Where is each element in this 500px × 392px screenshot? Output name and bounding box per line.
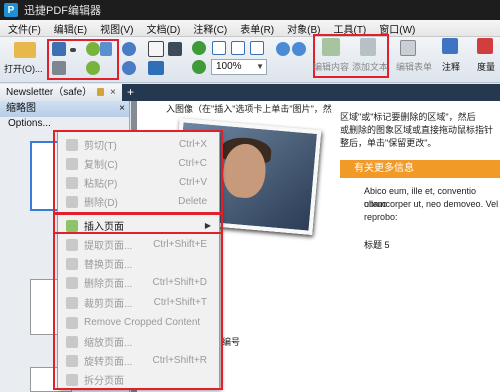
edit-content-button[interactable]: 编辑内容 — [313, 60, 349, 73]
panel-title: 缩略图 — [6, 103, 36, 114]
doc-line: 或删除的图象区域或直接拖动鼠标指针 — [340, 125, 494, 135]
undo-icon[interactable] — [122, 42, 136, 56]
snapshot-icon[interactable] — [148, 61, 164, 75]
doc-line: 区域"或"标记要删除的区域"，然后 — [340, 112, 476, 122]
page-icon[interactable] — [100, 42, 112, 56]
zoom-out-icon[interactable] — [292, 42, 306, 56]
highlight-box-edit-commands — [53, 130, 223, 214]
doc-line: 入图像（在"插入"选项卡上单击"图片"，然 — [166, 104, 332, 114]
annotate-icon[interactable] — [442, 38, 458, 54]
fit-width-icon[interactable] — [231, 41, 245, 55]
back-icon[interactable] — [86, 42, 100, 56]
doc-footer-label: 编号 — [222, 337, 241, 347]
highlight-box-page-commands — [53, 232, 223, 390]
add-tab-icon[interactable]: + — [127, 84, 134, 101]
measure-icon[interactable] — [477, 38, 493, 54]
menu-edit[interactable]: 编辑(E) — [54, 21, 87, 36]
heading-5: 标题 5 — [364, 240, 390, 250]
baidu-watermark: Baidu 经验 — [382, 368, 463, 385]
open-folder-icon[interactable] — [14, 42, 36, 58]
add-text-button[interactable]: 添加文本 — [352, 60, 388, 73]
doc-line: 整后，单击"保留更改"。 — [340, 138, 437, 148]
print-icon[interactable] — [52, 61, 66, 75]
open-button-label[interactable]: 打开(O)... — [4, 62, 43, 75]
panel-header: 缩略图 × — [0, 101, 129, 117]
close-icon[interactable]: × — [110, 84, 116, 101]
menu-view[interactable]: 视图(V) — [100, 21, 133, 36]
highlight-box-insert-page — [53, 213, 223, 234]
document-tab-bar: Newsletter（safe） × + — [0, 84, 500, 101]
save-icon[interactable] — [52, 42, 66, 56]
lock-icon — [97, 88, 104, 96]
rotate-icon[interactable] — [192, 41, 206, 55]
close-icon[interactable]: × — [119, 101, 125, 117]
zoom-value: 100% — [216, 61, 242, 72]
menu-file[interactable]: 文件(F) — [8, 21, 41, 36]
options-button[interactable]: Options... — [0, 117, 129, 131]
dropdown-arrow-icon[interactable] — [70, 48, 76, 52]
tab-newsletter[interactable]: Newsletter（safe） × — [0, 84, 122, 101]
fit-page-icon[interactable] — [212, 41, 226, 55]
menu-document[interactable]: 文档(D) — [146, 21, 180, 36]
hand-tool-icon[interactable] — [148, 41, 164, 57]
annotate-button[interactable]: 注释 — [442, 60, 460, 73]
forward-icon[interactable] — [86, 61, 100, 75]
add-text-icon[interactable] — [360, 38, 376, 56]
measure-button[interactable]: 度量 — [477, 60, 495, 73]
rotate-back-icon[interactable] — [192, 60, 206, 74]
chevron-down-icon: ▼ — [256, 62, 264, 71]
zoom-select[interactable]: 100% ▼ — [211, 59, 267, 75]
menu-form[interactable]: 表单(R) — [240, 21, 274, 36]
redo-icon[interactable] — [122, 61, 136, 75]
doc-paragraph: reprobo: — [364, 212, 398, 222]
doc-paragraph: ullamcorper ut, neo demoveo. Vel — [364, 199, 499, 209]
edit-content-icon[interactable] — [322, 38, 340, 56]
menu-bar: 文件(F) 编辑(E) 视图(V) 文档(D) 注释(C) 表单(R) 对象(B… — [0, 20, 500, 37]
title-bar: P 迅捷PDF编辑器 — [0, 0, 500, 20]
section-heading: 有关更多信息 — [340, 160, 500, 178]
app-logo-icon: P — [4, 3, 18, 17]
select-tool-icon[interactable] — [168, 42, 182, 56]
actual-size-icon[interactable] — [250, 41, 264, 55]
menu-comment[interactable]: 注释(C) — [193, 21, 227, 36]
edit-form-icon[interactable] — [400, 40, 416, 56]
tab-label: Newsletter（safe） — [6, 87, 93, 98]
zoom-in-icon[interactable] — [276, 42, 290, 56]
app-title: 迅捷PDF编辑器 — [24, 5, 101, 17]
edit-form-button[interactable]: 编辑表单 — [396, 60, 432, 73]
